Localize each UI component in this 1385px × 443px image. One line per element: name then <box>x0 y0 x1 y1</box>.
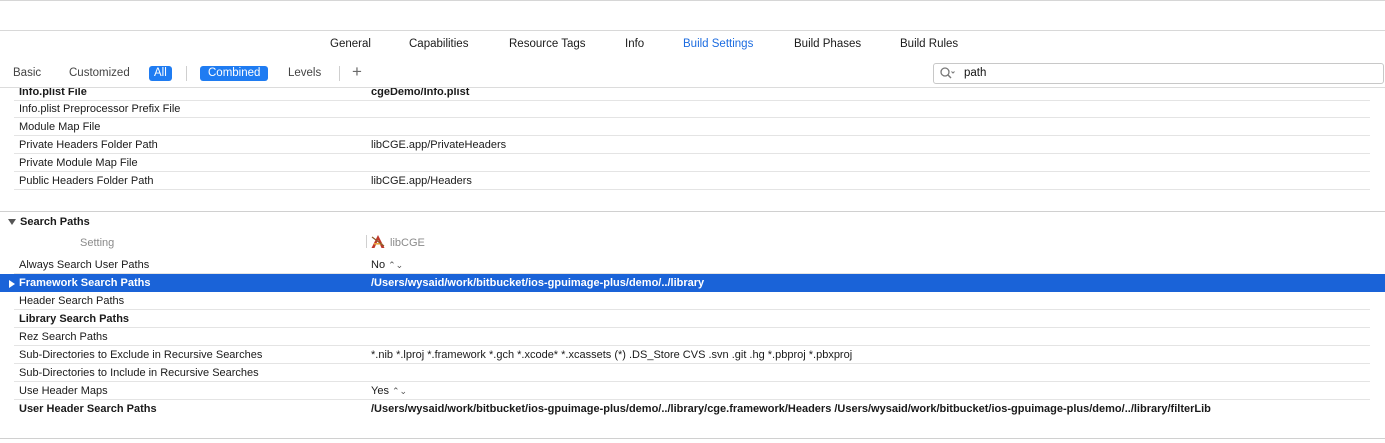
setting-row-use-header-maps[interactable]: Use Header Maps Yes ⌃⌄ <box>0 382 1385 400</box>
search-input[interactable] <box>964 66 1364 80</box>
editor-tab-bar: General Capabilities Resource Tags Info … <box>0 30 1385 61</box>
tab-info[interactable]: Info <box>625 38 644 50</box>
setting-name: Private Module Map File <box>19 157 138 169</box>
setting-value[interactable]: cgeDemo/Info.plist <box>371 88 469 98</box>
filter-divider <box>186 66 187 81</box>
setting-value[interactable]: libCGE.app/Headers <box>371 175 472 187</box>
setting-name: Sub-Directories to Include in Recursive … <box>19 367 259 379</box>
setting-value: No <box>371 259 386 271</box>
setting-row-private-headers-path[interactable]: Private Headers Folder Path libCGE.app/P… <box>0 136 1385 154</box>
setting-row-user-header-search-paths[interactable]: User Header Search Paths /Users/wysaid/w… <box>0 400 1385 418</box>
setting-value: Yes <box>371 385 389 397</box>
setting-row-include-recursive[interactable]: Sub-Directories to Include in Recursive … <box>0 364 1385 382</box>
filter-divider-2 <box>339 66 340 81</box>
window-top-border <box>0 0 1385 1</box>
section-header-search-paths[interactable]: Search Paths <box>0 214 1385 230</box>
column-divider <box>366 235 367 248</box>
filter-combined-button[interactable]: Combined <box>200 66 269 81</box>
column-setting-label: Setting <box>80 237 115 249</box>
tab-build-settings[interactable]: Build Settings <box>683 38 753 50</box>
setting-row-public-headers-path[interactable]: Public Headers Folder Path libCGE.app/He… <box>0 172 1385 190</box>
setting-value[interactable]: /Users/wysaid/work/bitbucket/ios-gpuimag… <box>371 277 704 289</box>
row-divider <box>14 189 1370 190</box>
filter-customized-button[interactable]: Customized <box>64 66 135 81</box>
setting-name: Rez Search Paths <box>19 331 108 343</box>
tab-general[interactable]: General <box>330 38 371 50</box>
setting-value-popup[interactable]: No ⌃⌄ <box>371 259 403 271</box>
filter-basic-button[interactable]: Basic <box>8 66 46 81</box>
setting-name: Info.plist File <box>19 88 87 98</box>
setting-name: Always Search User Paths <box>19 259 150 271</box>
setting-row-exclude-recursive[interactable]: Sub-Directories to Exclude in Recursive … <box>0 346 1385 364</box>
setting-name: Use Header Maps <box>19 385 108 397</box>
add-setting-icon[interactable]: + <box>352 62 362 82</box>
setting-row-library-search-paths[interactable]: Library Search Paths <box>0 310 1385 328</box>
setting-row-framework-search-paths[interactable]: Framework Search Paths /Users/wysaid/wor… <box>0 274 1385 292</box>
setting-name: Header Search Paths <box>19 295 125 307</box>
build-settings-table: Info.plist File cgeDemo/Info.plist Info.… <box>0 88 1385 443</box>
section-divider <box>0 211 1385 212</box>
setting-row-header-search-paths[interactable]: Header Search Paths <box>0 292 1385 310</box>
setting-value[interactable]: libCGE.app/PrivateHeaders <box>371 139 506 151</box>
setting-name: User Header Search Paths <box>19 403 157 415</box>
setting-value[interactable]: /Users/wysaid/work/bitbucket/ios-gpuimag… <box>371 403 1211 415</box>
setting-row-private-module-map[interactable]: Private Module Map File <box>0 154 1385 172</box>
setting-name: Private Headers Folder Path <box>19 139 158 151</box>
setting-name: Info.plist Preprocessor Prefix File <box>19 103 181 115</box>
search-icon[interactable] <box>939 66 955 80</box>
setting-name: Module Map File <box>19 121 101 133</box>
column-header: Setting libCGE <box>0 232 1385 250</box>
filter-levels-button[interactable]: Levels <box>283 66 326 81</box>
disclosure-triangle-icon[interactable] <box>9 280 15 288</box>
app-target-icon <box>371 235 385 248</box>
tab-build-rules[interactable]: Build Rules <box>900 38 958 50</box>
setting-name: Public Headers Folder Path <box>19 175 154 187</box>
tab-resource-tags[interactable]: Resource Tags <box>509 38 586 50</box>
setting-row-info-plist-prefix[interactable]: Info.plist Preprocessor Prefix File <box>0 100 1385 118</box>
column-target-label: libCGE <box>390 237 425 249</box>
disclosure-triangle-icon[interactable] <box>8 219 16 225</box>
setting-name: Framework Search Paths <box>19 277 151 289</box>
popup-stepper-icon: ⌃⌄ <box>388 260 404 270</box>
setting-row-always-search-user-paths[interactable]: Always Search User Paths No ⌃⌄ <box>0 256 1385 274</box>
section-title: Search Paths <box>20 216 90 228</box>
filter-bar: Basic Customized All Combined Levels + <box>0 60 1385 88</box>
tab-build-phases[interactable]: Build Phases <box>794 38 861 50</box>
filter-all-button[interactable]: All <box>149 66 172 81</box>
search-field[interactable] <box>933 63 1384 84</box>
setting-name: Library Search Paths <box>19 313 130 325</box>
setting-row-module-map-file[interactable]: Module Map File <box>0 118 1385 136</box>
section-bottom-divider <box>0 438 1385 439</box>
setting-name: Sub-Directories to Exclude in Recursive … <box>19 349 263 361</box>
popup-stepper-icon: ⌃⌄ <box>391 386 408 396</box>
setting-value-popup[interactable]: Yes ⌃⌄ <box>371 385 407 397</box>
tab-capabilities[interactable]: Capabilities <box>409 38 468 50</box>
setting-value[interactable]: *.nib *.lproj *.framework *.gch *.xcode*… <box>371 349 852 361</box>
setting-row-rez-search-paths[interactable]: Rez Search Paths <box>0 328 1385 346</box>
